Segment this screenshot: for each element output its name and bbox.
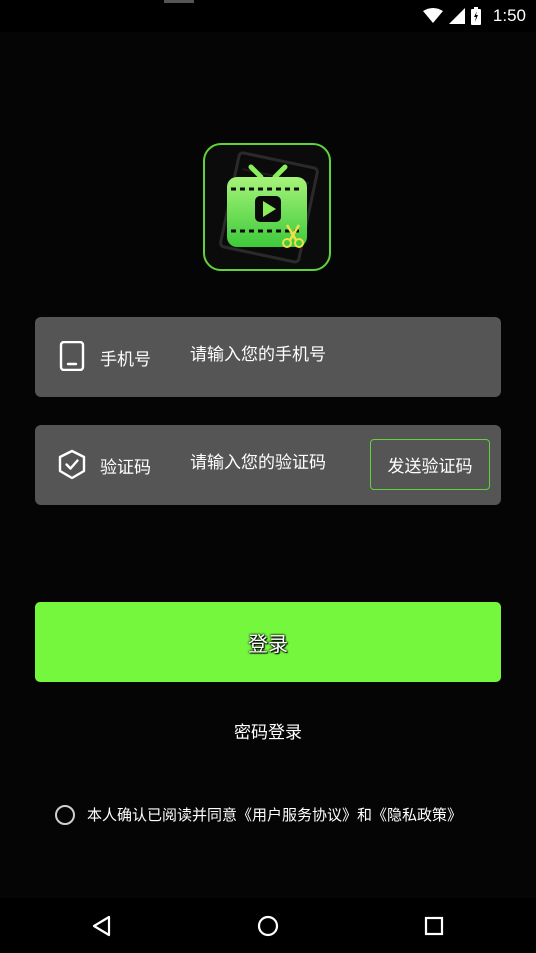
signal-icon	[448, 8, 465, 24]
privacy-policy-link[interactable]: 《隐私政策》	[372, 806, 462, 824]
password-login-link[interactable]: 密码登录	[0, 718, 536, 743]
send-code-button[interactable]: 发送验证码	[370, 439, 490, 490]
agreement-row: 本人确认已阅读并同意《用户服务协议》和《隐私政策》	[55, 804, 462, 825]
recent-apps-icon[interactable]	[420, 912, 448, 940]
battery-icon	[470, 7, 481, 25]
status-bar: 1:50	[0, 0, 536, 32]
login-screen: 1:50 手机号 请输入您的手机号 验证码 请输入您的验证码 发送验证码 登录 …	[0, 0, 536, 953]
home-icon[interactable]	[254, 912, 282, 940]
code-input[interactable]	[190, 447, 370, 479]
wifi-icon	[422, 8, 443, 23]
navigation-bar	[0, 898, 536, 953]
login-button[interactable]: 登录	[35, 602, 501, 682]
phone-label: 手机号	[100, 350, 151, 370]
agreement-radio[interactable]	[55, 804, 75, 825]
code-label: 验证码	[100, 458, 151, 478]
phone-field: 手机号	[35, 317, 501, 397]
video-editor-logo-icon	[203, 143, 331, 271]
agreement-conjunction: 和	[357, 806, 373, 824]
user-agreement-link[interactable]: 《用户服务协议》	[237, 806, 357, 824]
back-icon[interactable]	[88, 912, 116, 940]
phone-input[interactable]	[190, 339, 370, 371]
status-notch	[164, 0, 194, 3]
agreement-prefix: 本人确认已阅读并同意	[87, 806, 238, 824]
agreement-text: 本人确认已阅读并同意《用户服务协议》和《隐私政策》	[87, 804, 462, 825]
shield-check-icon	[58, 449, 86, 479]
phone-icon	[59, 341, 85, 371]
status-time: 1:50	[492, 6, 526, 25]
status-icons: 1:50	[422, 5, 526, 27]
code-field: 验证码 发送验证码	[35, 425, 501, 505]
